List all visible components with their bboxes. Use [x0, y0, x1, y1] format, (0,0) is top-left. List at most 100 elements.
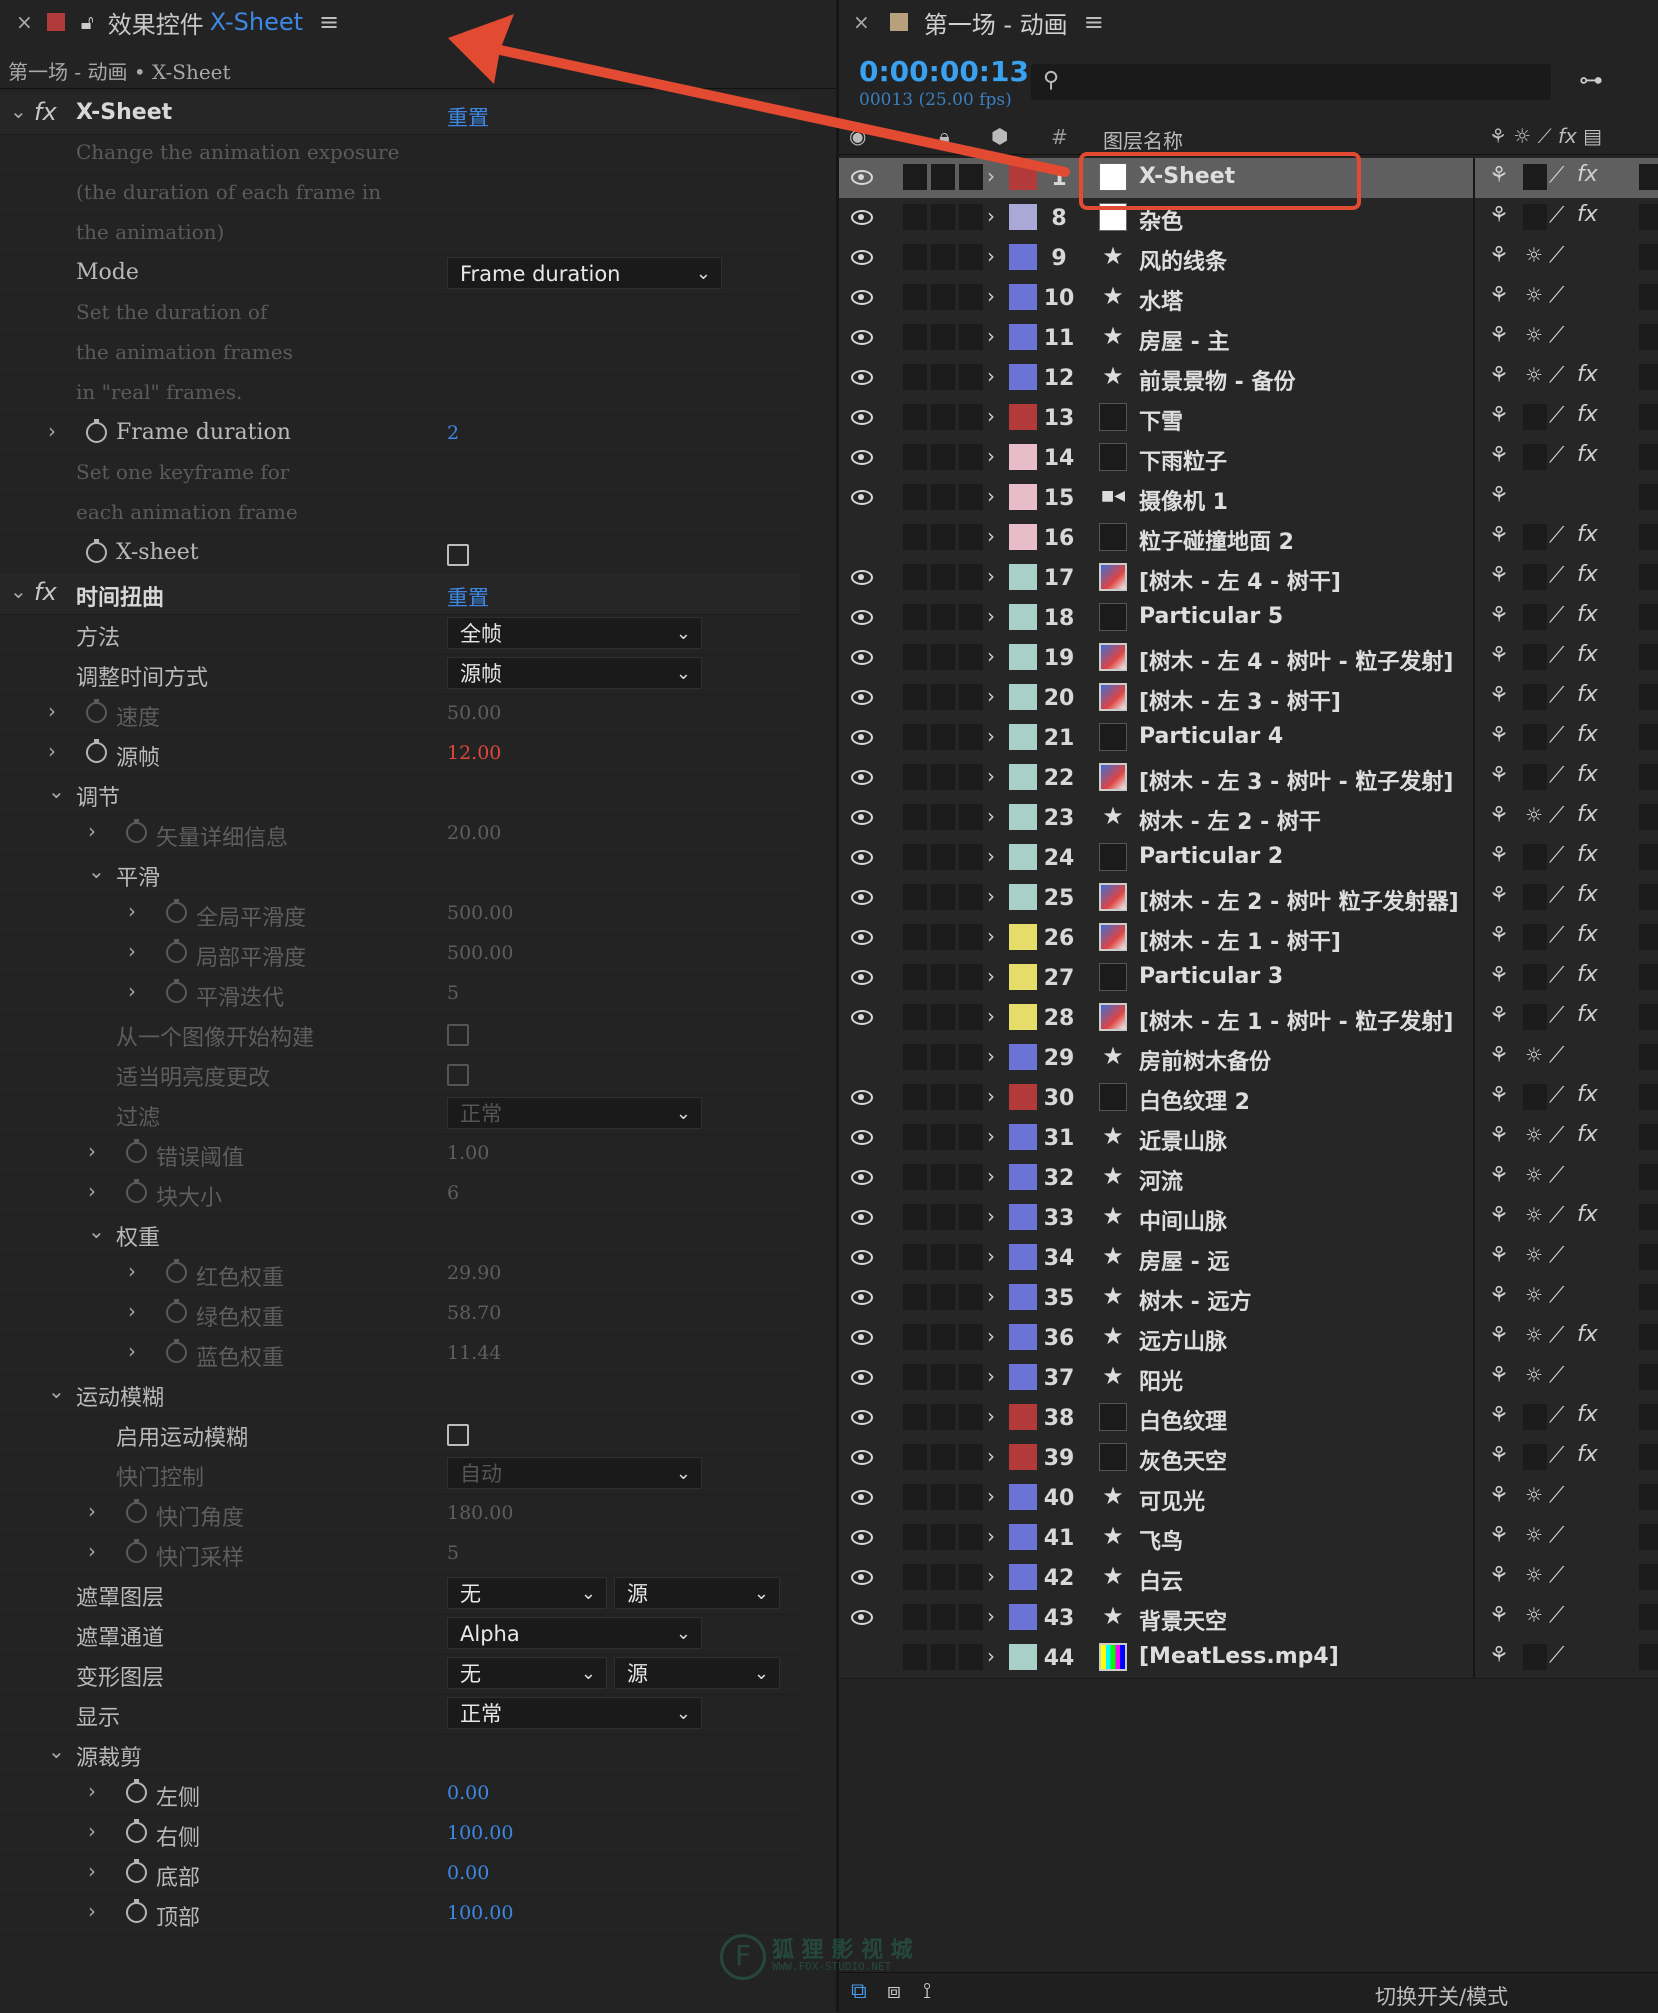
quality-switch-icon[interactable]: ⟋: [1549, 1243, 1564, 1268]
audio-solo-toggle[interactable]: [931, 884, 955, 910]
label-color[interactable]: [1009, 1324, 1037, 1350]
audio-solo-toggle[interactable]: [931, 684, 955, 710]
audio-solo-toggle[interactable]: [903, 204, 927, 230]
expand-icon[interactable]: ›: [987, 684, 995, 708]
layer-row[interactable]: › 19 [树木 - 左 4 - 树叶 - 粒子发射] ⚘ ⟋ fx: [839, 638, 1658, 679]
property-group-row[interactable]: ⌄ 调节: [0, 774, 800, 815]
collapse-switch-icon[interactable]: ☼: [1525, 1363, 1543, 1387]
layer-row[interactable]: › 32 ★ 河流 ⚘ ☼ ⟋: [839, 1158, 1658, 1199]
property-value[interactable]: 20.00: [447, 822, 501, 844]
motion-blur-switch[interactable]: [1639, 1524, 1658, 1550]
quality-switch-icon[interactable]: ⟋: [1549, 1403, 1564, 1428]
lock-toggle[interactable]: [959, 804, 983, 830]
label-color[interactable]: [1009, 724, 1037, 750]
visibility-eye-icon[interactable]: [851, 730, 873, 745]
audio-solo-toggle[interactable]: [903, 284, 927, 310]
layer-row[interactable]: › 9 ★ 风的线条 ⚘ ☼ ⟋: [839, 238, 1658, 279]
layer-row[interactable]: › 31 ★ 近景山脉 ⚘ ☼ ⟋ fx: [839, 1118, 1658, 1159]
label-color[interactable]: [1009, 244, 1037, 270]
quality-switch-icon[interactable]: ⟋: [1549, 563, 1564, 588]
stopwatch-icon[interactable]: [126, 1899, 147, 1923]
lock-toggle[interactable]: [959, 1124, 983, 1150]
shy-switch-icon[interactable]: ⚘: [1489, 883, 1509, 908]
audio-solo-toggle[interactable]: [931, 1084, 955, 1110]
shy-switch-icon[interactable]: ⚘: [1489, 163, 1509, 188]
dropdown-select[interactable]: 正常 ⌄: [447, 1697, 702, 1729]
quality-switch-icon[interactable]: ⟋: [1549, 963, 1564, 988]
collapse-icon[interactable]: ⌄: [10, 99, 27, 123]
stopwatch-icon[interactable]: [166, 899, 187, 923]
expand-icon[interactable]: ›: [987, 1444, 995, 1468]
effects-switch-icon[interactable]: fx: [1577, 762, 1598, 787]
layer-name[interactable]: 可见光: [1139, 1484, 1205, 1516]
label-color[interactable]: [1009, 1084, 1037, 1110]
visibility-eye-icon[interactable]: [851, 450, 873, 465]
lock-toggle[interactable]: [959, 1484, 983, 1510]
lock-toggle[interactable]: [959, 1084, 983, 1110]
property-row[interactable]: › Frame duration 2: [0, 414, 800, 455]
collapse-switch-icon[interactable]: ☼: [1525, 1323, 1543, 1347]
collapse-switch-empty[interactable]: [1523, 724, 1547, 750]
property-row[interactable]: Mode Frame duration ⌄: [0, 254, 800, 295]
property-row[interactable]: X-sheet: [0, 534, 800, 575]
expand-icon[interactable]: ›: [88, 819, 96, 843]
visibility-eye-icon[interactable]: [851, 810, 873, 825]
shy-switch-icon[interactable]: ⚘: [1489, 563, 1509, 588]
property-row[interactable]: 适当明亮度更改: [0, 1054, 800, 1095]
property-value[interactable]: 2: [447, 422, 459, 444]
motion-blur-switch[interactable]: [1639, 1124, 1658, 1150]
layer-name[interactable]: 阳光: [1139, 1364, 1183, 1396]
collapse-switch-empty[interactable]: [1523, 1644, 1547, 1670]
shy-switch-icon[interactable]: ⚘: [1489, 283, 1509, 308]
lock-toggle[interactable]: [959, 1404, 983, 1430]
layer-row[interactable]: › 11 ★ 房屋 - 主 ⚘ ☼ ⟋: [839, 318, 1658, 359]
checkbox[interactable]: [447, 1064, 469, 1086]
audio-solo-toggle[interactable]: [931, 924, 955, 950]
visibility-eye-icon[interactable]: [851, 1450, 873, 1465]
expand-icon[interactable]: ›: [987, 364, 995, 388]
label-color[interactable]: [1009, 1484, 1037, 1510]
audio-solo-toggle[interactable]: [931, 1604, 955, 1630]
motion-blur-switch[interactable]: [1639, 764, 1658, 790]
visibility-eye-icon[interactable]: [851, 1610, 873, 1625]
shy-switch-icon[interactable]: ⚘: [1489, 1643, 1509, 1668]
visibility-eye-icon[interactable]: [851, 210, 873, 225]
collapse-switch-icon[interactable]: ☼: [1525, 1523, 1543, 1547]
audio-solo-toggle[interactable]: [931, 204, 955, 230]
audio-solo-toggle[interactable]: [903, 564, 927, 590]
expand-icon[interactable]: ›: [987, 1124, 995, 1148]
visibility-eye-icon[interactable]: [851, 570, 873, 585]
lock-icon[interactable]: 🔓︎: [81, 10, 94, 34]
property-row[interactable]: 从一个图像开始构建: [0, 1014, 800, 1055]
shy-switch-icon[interactable]: ⚘: [1489, 603, 1509, 628]
audio-solo-toggle[interactable]: [931, 1444, 955, 1470]
audio-solo-toggle[interactable]: [931, 604, 955, 630]
property-row[interactable]: 启用运动模糊: [0, 1414, 800, 1455]
layer-row[interactable]: › 41 ★ 飞鸟 ⚘ ☼ ⟋: [839, 1518, 1658, 1559]
layer-row[interactable]: › 26 [树木 - 左 1 - 树干] ⚘ ⟋ fx: [839, 918, 1658, 959]
property-value[interactable]: 5: [447, 1542, 459, 1564]
collapse-switch-empty[interactable]: [1523, 1444, 1547, 1470]
layer-name[interactable]: 白色纹理 2: [1139, 1084, 1250, 1116]
motion-blur-switch[interactable]: [1639, 364, 1658, 390]
shy-switch-icon[interactable]: ⚘: [1489, 923, 1509, 948]
stopwatch-icon[interactable]: [86, 419, 107, 443]
audio-solo-toggle[interactable]: [903, 1124, 927, 1150]
shy-switch-icon[interactable]: ⚘: [1489, 723, 1509, 748]
label-color[interactable]: [1009, 1124, 1037, 1150]
shy-switch-icon[interactable]: ⚘: [1489, 1043, 1509, 1068]
dropdown-select[interactable]: 全帧 ⌄: [447, 617, 702, 649]
audio-solo-toggle[interactable]: [903, 524, 927, 550]
shy-switch-icon[interactable]: ⚘: [1489, 643, 1509, 668]
expand-icon[interactable]: ›: [987, 964, 995, 988]
shy-switch-icon[interactable]: ⚘: [1489, 1363, 1509, 1388]
expand-icon[interactable]: ›: [987, 1484, 995, 1508]
layer-row[interactable]: › 24 Particular 2 ⚘ ⟋ fx: [839, 838, 1658, 879]
audio-solo-toggle[interactable]: [903, 404, 927, 430]
collapse-switch-icon[interactable]: ☼: [1525, 803, 1543, 827]
lock-toggle[interactable]: [959, 1284, 983, 1310]
motion-blur-switch[interactable]: [1639, 244, 1658, 270]
property-row[interactable]: 过滤 正常 ⌄: [0, 1094, 800, 1135]
lock-toggle[interactable]: [959, 964, 983, 990]
layer-row[interactable]: › 25 [树木 - 左 2 - 树叶 粒子发射器] ⚘ ⟋ fx: [839, 878, 1658, 919]
